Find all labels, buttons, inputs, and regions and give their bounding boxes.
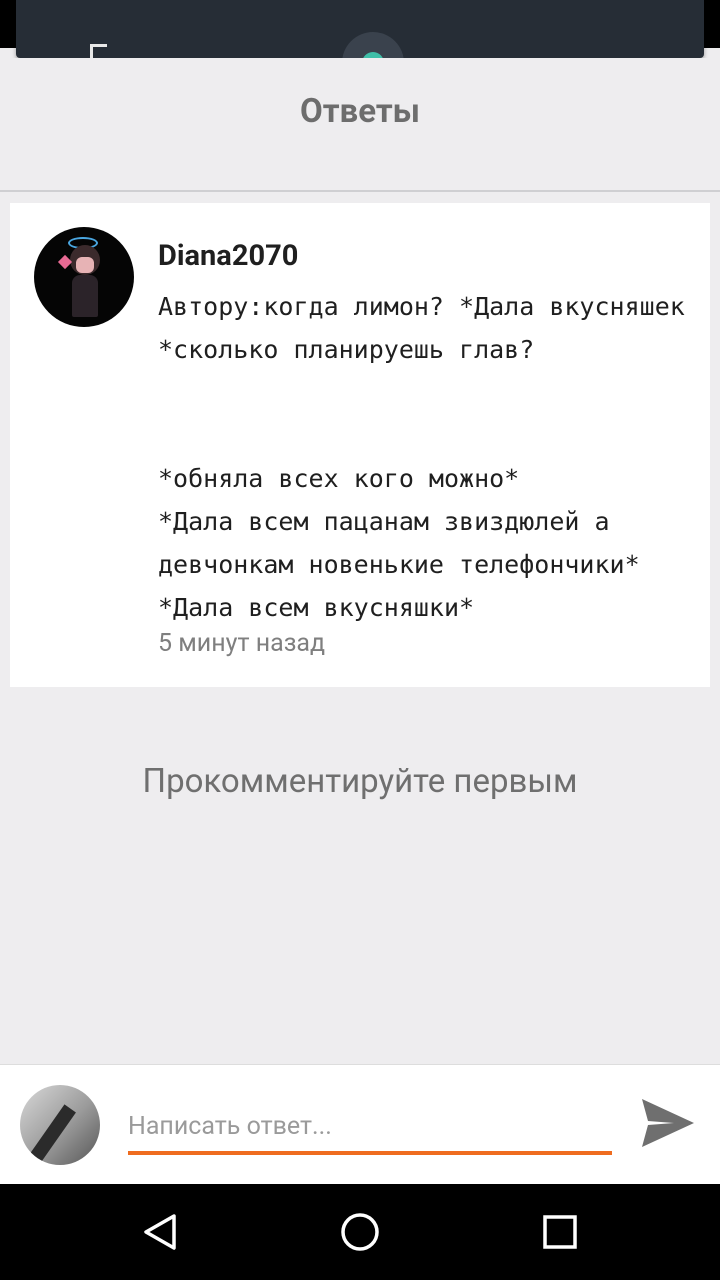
home-button[interactable] [338,1210,382,1254]
notification-icon [90,44,107,58]
send-icon [642,1099,694,1147]
recents-icon [543,1215,577,1249]
user-avatar [20,1085,100,1165]
notification-shade[interactable] [16,0,704,58]
author-avatar[interactable] [34,227,134,327]
recents-button[interactable] [538,1210,582,1254]
avatar-face [76,257,94,273]
reply-input[interactable] [128,1101,612,1155]
comment-author[interactable]: Diana2070 [158,239,298,273]
home-icon [341,1213,379,1251]
reply-bar [0,1064,720,1185]
comment-text: Автору:когда лимон? *Дала вкусняшек *ско… [158,292,685,622]
page-title: Ответы [299,92,421,131]
empty-state-text: Прокомментируйте первым [142,762,578,801]
navigation-bar [0,1184,720,1280]
back-button[interactable] [138,1210,182,1254]
avatar-body [72,275,98,317]
back-icon [144,1214,176,1250]
send-button[interactable] [638,1095,698,1151]
notification-avatar [342,32,404,58]
comment-timestamp: 5 минут назад [158,629,326,658]
comment-card: Diana2070 Автору:когда лимон? *Дала вкус… [10,203,710,687]
header: Ответы [0,58,720,192]
